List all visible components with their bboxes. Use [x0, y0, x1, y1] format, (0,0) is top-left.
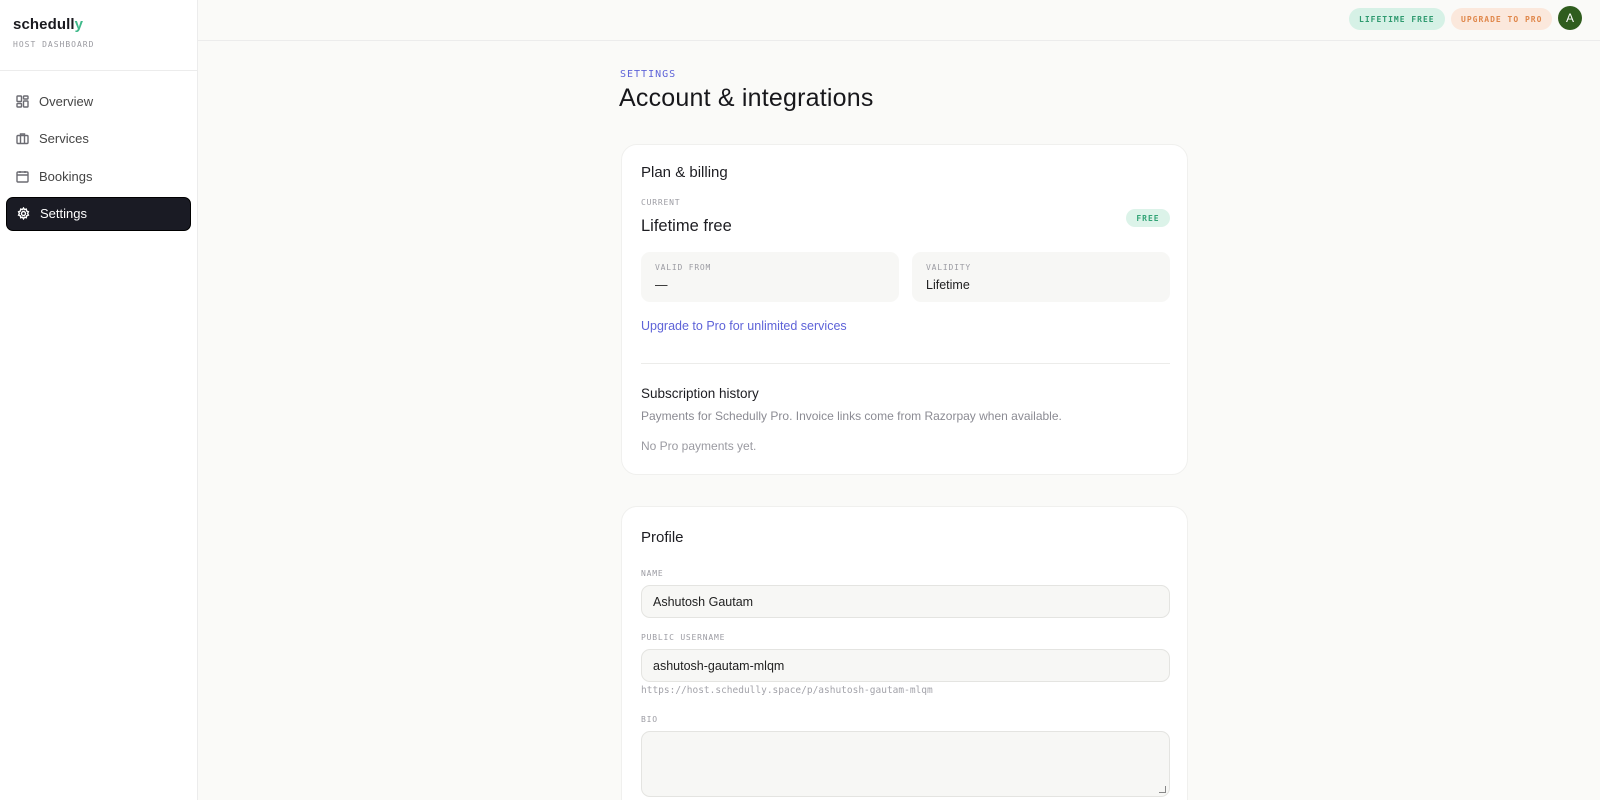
sidebar-item-label: Services	[39, 131, 89, 146]
brand-name-accent: y	[74, 16, 84, 33]
divider	[641, 363, 1170, 364]
current-plan-value: Lifetime free	[641, 217, 732, 235]
sidebar-item-label: Bookings	[39, 168, 93, 184]
gear-icon	[17, 207, 30, 220]
brand: schedully HOST DASHBOARD	[0, 0, 197, 71]
sidebar-item-label: Overview	[39, 93, 94, 109]
grid-icon	[16, 94, 29, 108]
subscription-history-description: Payments for Schedully Pro. Invoice link…	[641, 409, 1062, 423]
card-title: Profile	[641, 529, 684, 546]
subscription-history-title: Subscription history	[641, 386, 759, 401]
card-title: Plan & billing	[641, 164, 728, 181]
plan-status-badge: LIFETIME FREE	[1349, 8, 1445, 30]
sidebar-item-settings[interactable]: Settings	[6, 196, 191, 231]
username-input-value: ashutosh-gautam-mlqm	[653, 658, 785, 673]
briefcase-icon	[16, 132, 29, 145]
name-input-value: Ashutosh Gautam	[653, 594, 754, 609]
name-input[interactable]: Ashutosh Gautam	[641, 585, 1170, 618]
validity-label: VALIDITY	[926, 263, 971, 272]
page-title: Account & integrations	[619, 84, 874, 112]
validity-value: Lifetime	[926, 278, 970, 292]
plan-badge: FREE	[1126, 209, 1170, 227]
sidebar: schedully HOST DASHBOARD Overview Servic…	[0, 0, 198, 800]
current-plan-label: CURRENT	[641, 198, 681, 207]
valid-from-value: —	[655, 278, 668, 292]
valid-from-box: VALID FROM —	[641, 252, 899, 302]
avatar[interactable]: A	[1558, 6, 1582, 30]
plan-billing-card: Plan & billing CURRENT Lifetime free FRE…	[621, 144, 1188, 475]
username-input[interactable]: ashutosh-gautam-mlqm	[641, 649, 1170, 682]
name-label: NAME	[641, 569, 664, 578]
sidebar-item-bookings[interactable]: Bookings	[6, 159, 191, 193]
page-eyebrow: SETTINGS	[620, 69, 677, 80]
resize-handle-icon[interactable]	[1159, 786, 1166, 793]
valid-from-label: VALID FROM	[655, 263, 712, 272]
top-bar: LIFETIME FREE UPGRADE TO PRO A	[198, 0, 1600, 41]
sidebar-item-services[interactable]: Services	[6, 122, 191, 156]
brand-subtitle: HOST DASHBOARD	[13, 40, 95, 49]
public-url-hint: https://host.schedully.space/p/ashutosh-…	[641, 685, 933, 696]
validity-box: VALIDITY Lifetime	[912, 252, 1170, 302]
sidebar-item-label: Settings	[40, 206, 87, 221]
calendar-icon	[16, 170, 29, 183]
subscription-history-empty: No Pro payments yet.	[641, 439, 757, 453]
upgrade-pro-link[interactable]: Upgrade to Pro for unlimited services	[641, 319, 847, 333]
brand-name-main: schedull	[13, 16, 75, 33]
profile-card: Profile NAME Ashutosh Gautam PUBLIC USER…	[621, 506, 1188, 800]
sidebar-nav: Overview Services Bookings Settings	[0, 71, 197, 231]
sidebar-item-overview[interactable]: Overview	[6, 84, 191, 118]
upgrade-to-pro-button[interactable]: UPGRADE TO PRO	[1451, 8, 1553, 30]
bio-label: BIO	[641, 715, 658, 724]
username-label: PUBLIC USERNAME	[641, 633, 726, 642]
brand-logo[interactable]: schedully	[13, 16, 184, 33]
bio-textarea[interactable]	[641, 731, 1170, 797]
